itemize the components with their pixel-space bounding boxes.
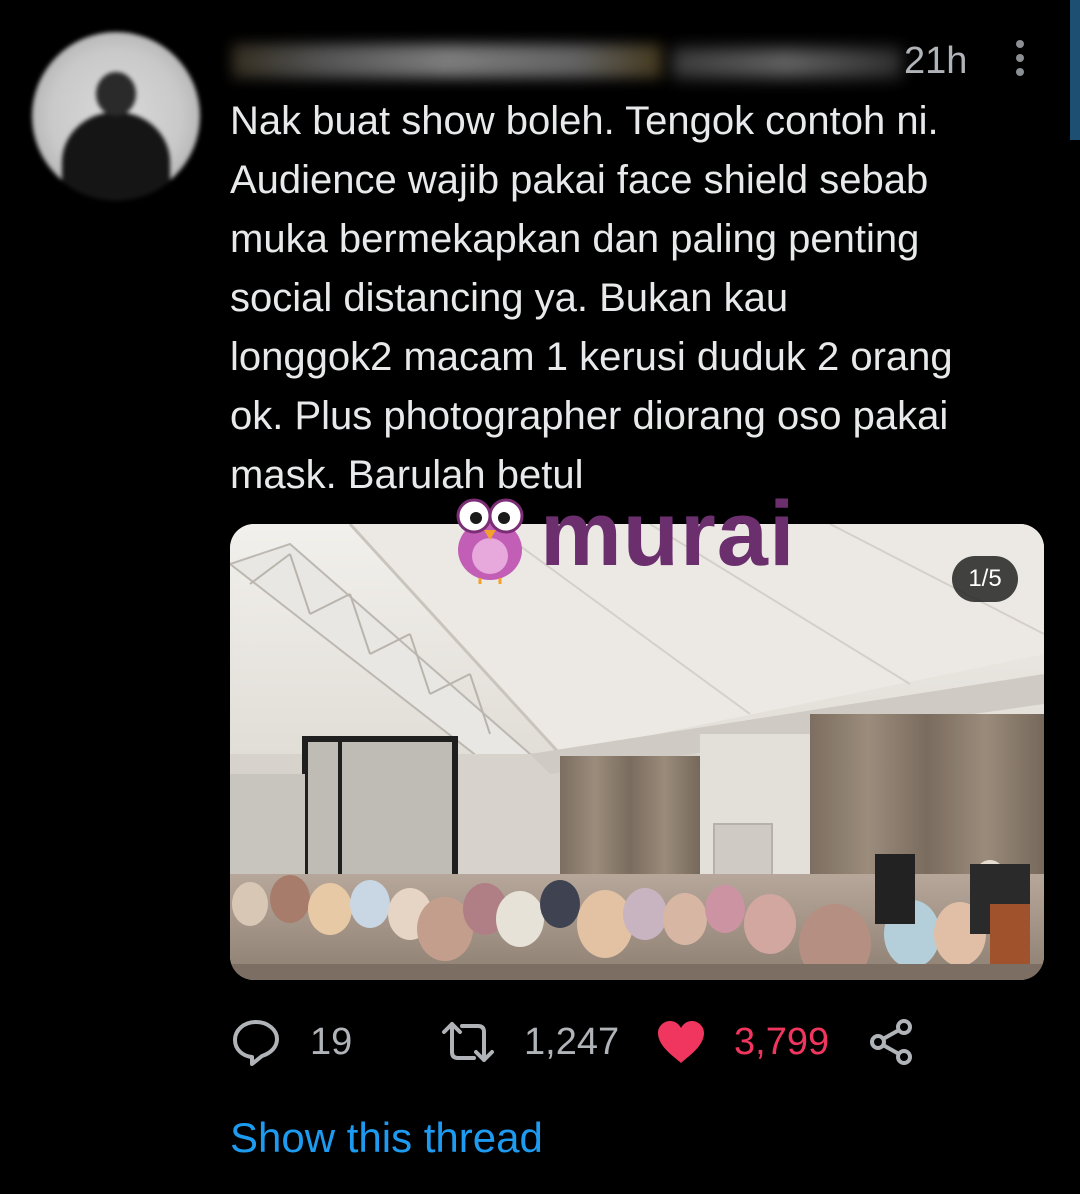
username-blurred[interactable] <box>672 48 902 78</box>
reply-button[interactable]: 19 <box>230 1012 352 1072</box>
show-thread-link[interactable]: Show this thread <box>230 1114 543 1162</box>
avatar-figure-body <box>62 112 170 200</box>
retweet-count: 1,247 <box>524 1020 620 1063</box>
avatar-figure-head <box>96 72 136 116</box>
owl-mascot-icon <box>456 498 524 584</box>
event-hall-photo <box>230 524 1044 980</box>
reply-count: 19 <box>310 1020 353 1063</box>
like-count: 3,799 <box>734 1020 830 1063</box>
avatar[interactable] <box>32 32 200 200</box>
media-counter-badge: 1/5 <box>952 556 1018 602</box>
tweet-header: 21h <box>232 38 1032 86</box>
scroll-accent-bar <box>1070 0 1080 140</box>
share-button[interactable] <box>866 1012 916 1072</box>
share-icon <box>870 1019 912 1065</box>
timestamp[interactable]: 21h <box>904 40 967 83</box>
heart-icon <box>658 1021 704 1063</box>
reply-icon <box>233 1020 279 1066</box>
tweet-media-photo[interactable]: 1/5 <box>230 524 1044 980</box>
retweet-icon <box>442 1022 494 1062</box>
display-name-blurred[interactable] <box>232 44 662 78</box>
like-button[interactable]: 3,799 <box>656 1012 829 1072</box>
more-vertical-icon[interactable] <box>1010 38 1030 78</box>
retweet-button[interactable]: 1,247 <box>440 1012 619 1072</box>
watermark-text: murai <box>540 483 796 585</box>
tweet-actions: 19 1,247 3,799 <box>230 1012 950 1072</box>
murai-watermark: murai <box>450 488 810 586</box>
tweet-text: Nak buat show boleh. Tengok contoh ni. A… <box>230 99 953 497</box>
